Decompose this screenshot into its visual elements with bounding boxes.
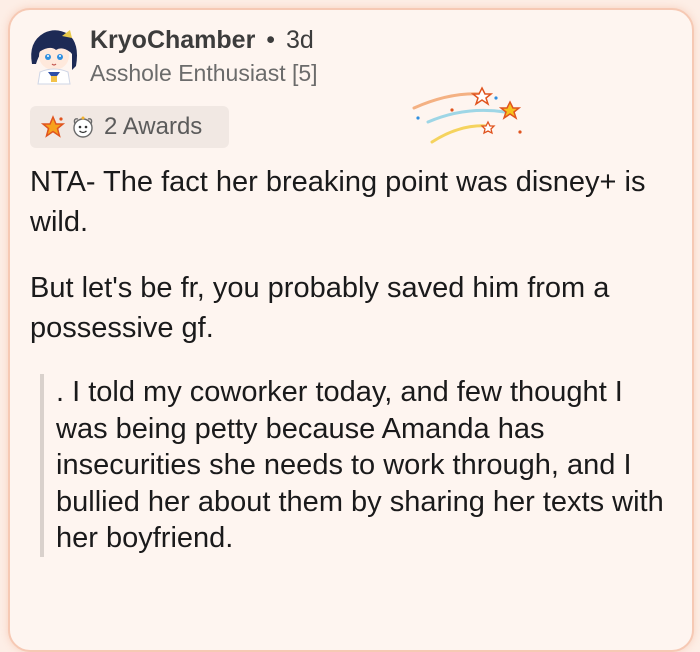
- separator-dot: •: [266, 26, 276, 54]
- awards-count: 2 Awards: [104, 113, 203, 140]
- comment-header: KryoChamber • 3d: [90, 26, 314, 55]
- wholesome-award-icon: [73, 116, 93, 138]
- comment-paragraph: But let's be fr, you probably saved him …: [30, 272, 610, 344]
- awards-badge[interactable]: 2 Awards: [30, 106, 229, 148]
- shooting-stars-icon: [412, 86, 522, 144]
- comment-paragraph: NTA- The fact her breaking point was dis…: [30, 166, 646, 238]
- avatar[interactable]: [22, 24, 86, 88]
- star-award-icon: [40, 115, 66, 138]
- comment-age: 3d: [286, 26, 314, 54]
- user-flair: Asshole Enthusiast [5]: [90, 60, 318, 86]
- comment-card: KryoChamber • 3d Asshole Enthusiast [5] …: [8, 8, 694, 652]
- username[interactable]: KryoChamber: [90, 26, 255, 54]
- blockquote: . I told my coworker today, and few thou…: [40, 374, 670, 557]
